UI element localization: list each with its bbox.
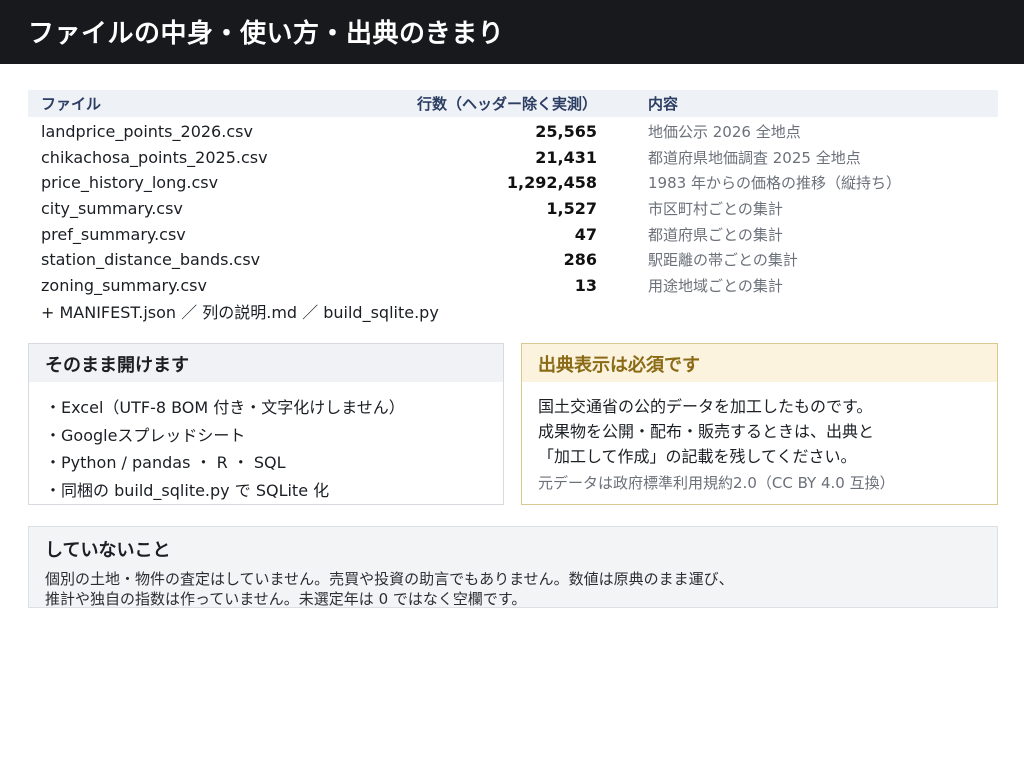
file-name: city_summary.csv — [41, 199, 183, 219]
table-row: chikachosa_points_2025.csv 21,431 都道府県地価… — [28, 145, 998, 171]
table-row: pref_summary.csv 47 都道府県ごとの集計 — [28, 222, 998, 248]
file-name: pref_summary.csv — [41, 224, 186, 244]
attribution-card: 出典表示は必須です 国土交通省の公的データを加工したものです。 成果物を公開・配… — [521, 343, 998, 505]
row-count: 286 — [563, 250, 597, 270]
attribution-line: 国土交通省の公的データを加工したものです。 — [538, 397, 873, 416]
table-header: ファイル 行数（ヘッダー除く実測） 内容 — [28, 90, 998, 117]
table-row: price_history_long.csv 1,292,458 1983 年か… — [28, 170, 998, 196]
row-count: 21,431 — [535, 147, 597, 167]
table-row: landprice_points_2026.csv 25,565 地価公示 20… — [28, 119, 998, 145]
column-header-rows: 行数（ヘッダー除く実測） — [416, 95, 597, 113]
license-note: 元データは政府標準利用規約2.0（CC BY 4.0 互換） — [538, 474, 895, 492]
table-row: station_distance_bands.csv 286 駅距離の帯ごとの集… — [28, 247, 998, 273]
file-description: 駅距離の帯ごとの集計 — [648, 251, 798, 270]
table-row: city_summary.csv 1,527 市区町村ごとの集計 — [28, 196, 998, 222]
extra-files-note: + MANIFEST.json ／ 列の説明.md ／ build_sqlite… — [41, 303, 439, 322]
row-count: 1,292,458 — [506, 173, 597, 193]
list-item: ・Python / pandas ・ R ・ SQL — [45, 453, 286, 472]
list-item: ・同梱の build_sqlite.py で SQLite 化 — [45, 480, 330, 500]
file-description: 都道府県ごとの集計 — [648, 225, 783, 244]
file-name: station_distance_bands.csv — [41, 250, 261, 270]
file-name: landprice_points_2026.csv — [41, 122, 253, 141]
file-description: 都道府県地価調査 2025 全地点 — [648, 148, 861, 167]
file-name: zoning_summary.csv — [41, 276, 207, 296]
row-count: 1,527 — [546, 199, 597, 219]
attribution-card-header: 出典表示は必須です — [522, 344, 997, 382]
attribution-line: 成果物を公開・配布・販売するときは、出典と — [538, 422, 875, 441]
file-name: chikachosa_points_2025.csv — [41, 147, 268, 167]
disclaimer-box: していないこと 個別の土地・物件の査定はしていません。売買や投資の助言でもありま… — [28, 526, 998, 608]
table-row: zoning_summary.csv 13 用途地域ごとの集計 — [28, 273, 998, 299]
compatibility-card: そのまま開けます ・Excel（UTF-8 BOM 付き・文字化けしません） ・… — [28, 343, 504, 505]
attribution-text: 国土交通省の公的データを加工したものです。 成果物を公開・配布・販売するときは、… — [538, 394, 987, 496]
disclaimer-title: していないこと — [45, 540, 171, 561]
file-description: 1983 年からの価格の推移（縦持ち） — [648, 174, 901, 193]
row-count: 47 — [574, 224, 597, 244]
compatibility-card-title: そのまま開けます — [45, 355, 189, 376]
file-table: ファイル 行数（ヘッダー除く実測） 内容 landprice_points_20… — [28, 90, 998, 299]
disclaimer-line: 推計や独自の指数は作っていません。未選定年は 0 ではなく空欄です。 — [45, 590, 527, 608]
file-description: 市区町村ごとの集計 — [648, 200, 783, 219]
attribution-card-title: 出典表示は必須です — [538, 355, 700, 376]
compatibility-list: ・Excel（UTF-8 BOM 付き・文字化けしません） ・Googleスプレ… — [45, 394, 493, 504]
column-header-file: ファイル — [41, 95, 102, 113]
file-description: 地価公示 2026 全地点 — [648, 123, 801, 141]
attribution-line: 「加工して作成」の記載を残してください。 — [538, 447, 857, 466]
list-item: ・Excel（UTF-8 BOM 付き・文字化けしません） — [45, 398, 405, 417]
page-title: ファイルの中身・使い方・出典のきまり — [28, 19, 505, 49]
file-name: price_history_long.csv — [41, 173, 219, 193]
title-bar: ファイルの中身・使い方・出典のきまり — [0, 0, 1024, 64]
row-count: 13 — [574, 276, 597, 296]
file-description: 用途地域ごとの集計 — [648, 277, 783, 296]
list-item: ・Googleスプレッドシート — [45, 425, 246, 445]
row-count: 25,565 — [535, 122, 597, 141]
disclaimer-line: 個別の土地・物件の査定はしていません。売買や投資の助言でもありません。数値は原典… — [45, 570, 734, 588]
compatibility-card-header: そのまま開けます — [29, 344, 503, 382]
column-header-content: 内容 — [648, 95, 679, 113]
